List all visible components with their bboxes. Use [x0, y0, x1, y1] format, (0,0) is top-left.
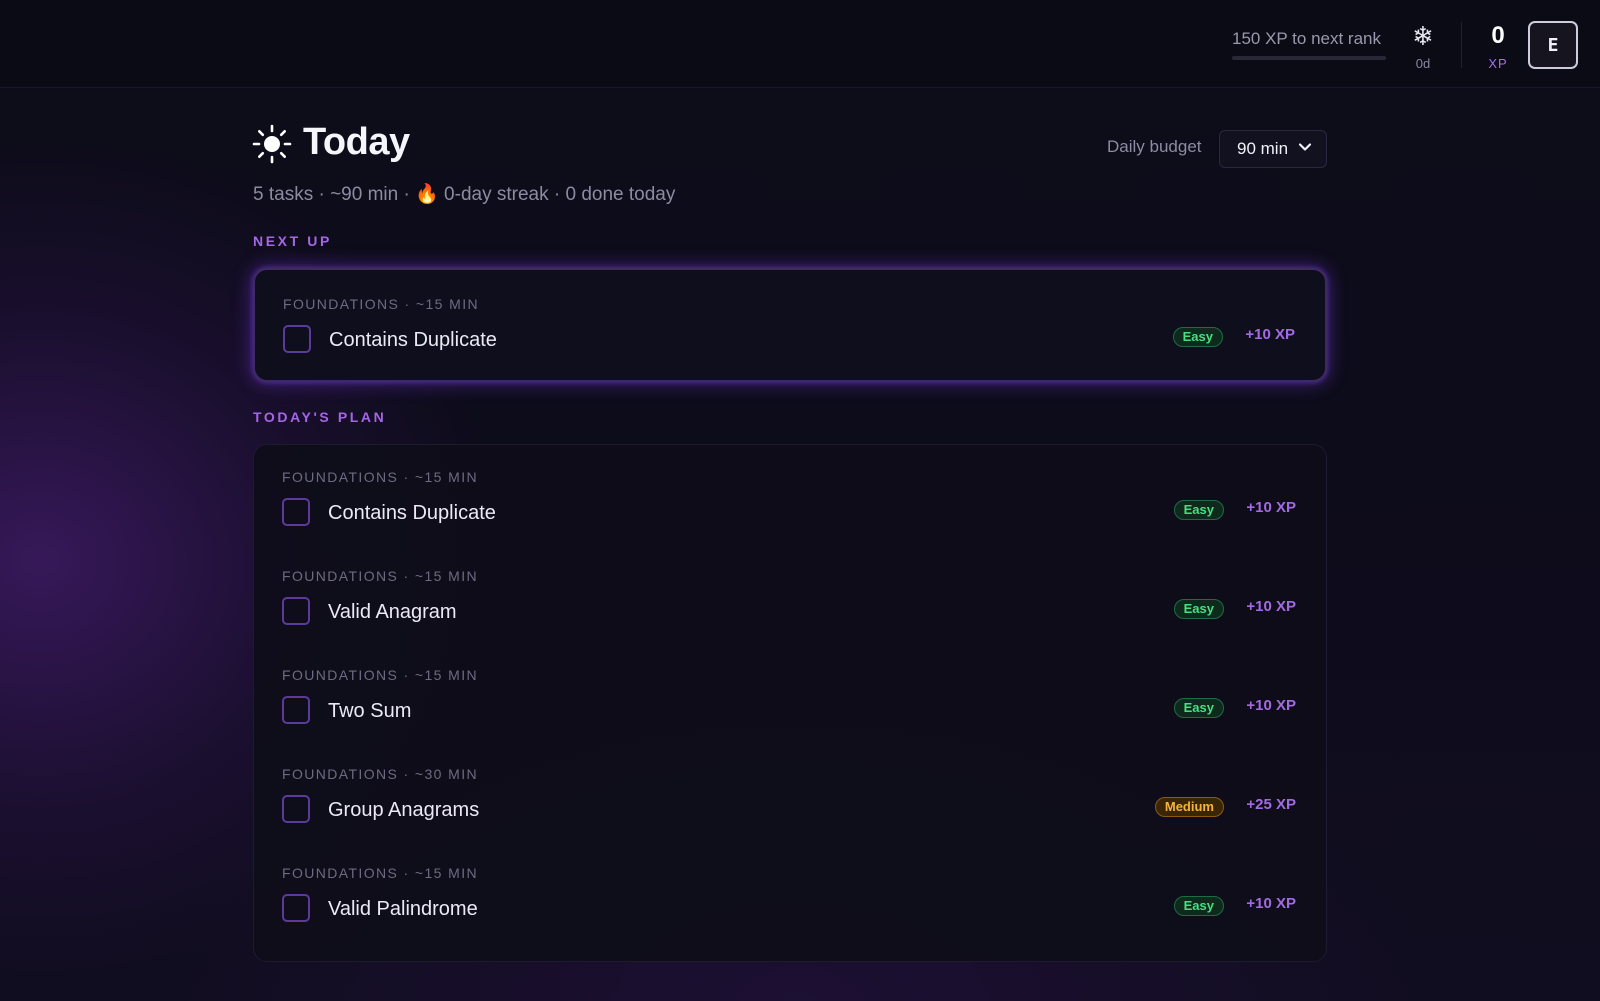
task-name[interactable]: Two Sum: [328, 700, 411, 723]
next-up-label: NEXT UP: [253, 233, 332, 249]
daily-budget-label: Daily budget: [1107, 137, 1202, 156]
task-name[interactable]: Group Anagrams: [328, 799, 479, 822]
daily-budget-select[interactable]: 90 min: [1219, 130, 1327, 168]
chevron-down-icon: [1298, 143, 1312, 151]
flame-icon: 🔥: [415, 184, 439, 205]
task-meta: FOUNDATIONS · ~15 MIN: [282, 865, 478, 881]
task-meta: FOUNDATIONS · ~15 MIN: [282, 568, 478, 584]
task-row[interactable]: FOUNDATIONS · ~15 MIN Contains Duplicate…: [254, 469, 1326, 565]
page-title: Today: [303, 121, 410, 163]
difficulty-badge: Easy: [1173, 896, 1224, 916]
next-up-card[interactable]: FOUNDATIONS · ~15 MIN Contains Duplicate…: [253, 268, 1327, 382]
xp-reward: +25 XP: [1246, 796, 1296, 813]
topbar-divider: [1461, 22, 1462, 68]
todays-plan-label: TODAY'S PLAN: [253, 409, 387, 425]
difficulty-badge: Medium: [1154, 797, 1224, 817]
task-meta: FOUNDATIONS · ~15 MIN: [282, 667, 478, 683]
task-row[interactable]: FOUNDATIONS · ~15 MIN Contains Duplicate…: [255, 296, 1325, 392]
subtitle-stats: 5 tasks · ~90 min ·: [253, 184, 416, 205]
task-checkbox[interactable]: [282, 696, 310, 724]
task-row[interactable]: FOUNDATIONS · ~15 MIN Two Sum Easy +10 X…: [254, 667, 1326, 763]
task-row[interactable]: FOUNDATIONS · ~30 MIN Group Anagrams Med…: [254, 766, 1326, 862]
xp-reward: +10 XP: [1246, 697, 1296, 714]
task-row[interactable]: FOUNDATIONS · ~15 MIN Valid Anagram Easy…: [254, 568, 1326, 664]
task-meta: FOUNDATIONS · ~30 MIN: [282, 766, 478, 782]
task-name[interactable]: Valid Anagram: [328, 601, 457, 624]
task-checkbox[interactable]: [282, 894, 310, 922]
avatar[interactable]: E: [1528, 21, 1578, 69]
task-checkbox[interactable]: [282, 795, 310, 823]
difficulty-badge: Easy: [1172, 327, 1223, 347]
xp-value: 0: [1491, 22, 1505, 49]
snowflake-icon: ❄: [1412, 21, 1434, 51]
task-meta: FOUNDATIONS · ~15 MIN: [282, 469, 478, 485]
rank-progress: 150 XP to next rank: [1232, 29, 1386, 60]
xp-reward: +10 XP: [1246, 895, 1296, 912]
subtitle-streak: 0-day streak · 0 done today: [438, 184, 676, 205]
sun-icon: [252, 124, 292, 164]
task-checkbox[interactable]: [283, 325, 311, 353]
xp-counter: 0 XP: [1476, 22, 1520, 71]
difficulty-badge: Easy: [1173, 599, 1224, 619]
difficulty-badge: Easy: [1173, 500, 1224, 520]
xp-label: XP: [1488, 56, 1508, 71]
rank-progress-text: 150 XP to next rank: [1232, 29, 1382, 48]
task-name[interactable]: Contains Duplicate: [328, 502, 496, 525]
todays-plan-card: FOUNDATIONS · ~15 MIN Contains Duplicate…: [253, 444, 1327, 962]
rank-progress-bar: [1232, 56, 1386, 60]
xp-reward: +10 XP: [1246, 499, 1296, 516]
task-meta: FOUNDATIONS · ~15 MIN: [283, 296, 479, 312]
task-name[interactable]: Contains Duplicate: [329, 329, 497, 352]
xp-reward: +10 XP: [1246, 598, 1296, 615]
streak-freeze[interactable]: ❄ 0d: [1406, 22, 1440, 71]
task-name[interactable]: Valid Palindrome: [328, 898, 478, 921]
streak-freeze-value: 0d: [1415, 56, 1431, 71]
difficulty-badge: Easy: [1173, 698, 1224, 718]
xp-reward: +10 XP: [1245, 326, 1295, 343]
task-checkbox[interactable]: [282, 597, 310, 625]
task-row[interactable]: FOUNDATIONS · ~15 MIN Valid Palindrome E…: [254, 865, 1326, 961]
page-subtitle: 5 tasks · ~90 min · 🔥 0-day streak · 0 d…: [253, 182, 675, 206]
top-bar: 150 XP to next rank ❄ 0d 0 XP E: [0, 0, 1600, 88]
daily-budget-value: 90 min: [1237, 139, 1289, 158]
task-checkbox[interactable]: [282, 498, 310, 526]
